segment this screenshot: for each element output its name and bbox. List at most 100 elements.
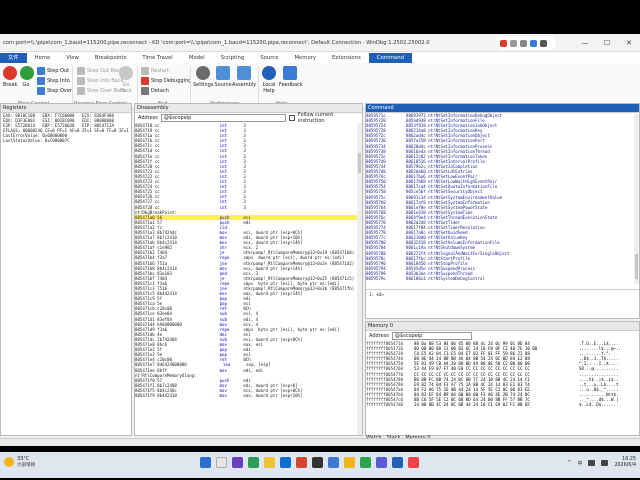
- restart-button[interactable]: Restart: [141, 67, 169, 75]
- step-into-back-button[interactable]: Step Into Back: [77, 77, 123, 85]
- vscode-icon[interactable]: [328, 457, 339, 468]
- play-icon: [20, 66, 34, 80]
- wifi-icon[interactable]: [588, 460, 596, 466]
- ime-toolbar[interactable]: [496, 36, 556, 50]
- local-help-button[interactable]: Local Help: [261, 66, 277, 94]
- volume-icon[interactable]: [601, 460, 609, 466]
- disassembly-listing[interactable]: 8054718 cc int 3 8054719 cc int 3 805471a cc in…: [135, 123, 362, 398]
- windows-start-icon[interactable]: [200, 457, 211, 468]
- tab-extensions[interactable]: Extensions: [324, 53, 369, 63]
- status-bar: [0, 438, 640, 446]
- registers-header: Registers: [1, 104, 131, 113]
- pause-icon: [3, 66, 17, 80]
- help-icon: [262, 66, 276, 80]
- detach-icon: [141, 87, 149, 95]
- windbg-icon[interactable]: [392, 457, 403, 468]
- disassembly-pane: Disassembly Address @$scopeip Follow cur…: [134, 103, 363, 436]
- search-icon[interactable]: [216, 457, 227, 468]
- source-button[interactable]: Source: [214, 66, 232, 88]
- command-input[interactable]: 1: kd>: [366, 289, 639, 299]
- tab-view[interactable]: View: [58, 53, 87, 63]
- ime-logo-icon: [500, 39, 507, 47]
- chevron-up-icon[interactable]: ^: [567, 460, 571, 466]
- assembly-button[interactable]: Assembly: [232, 66, 256, 88]
- break-button[interactable]: Break: [3, 66, 17, 88]
- gear-icon: [196, 66, 210, 80]
- tab-breakpoints[interactable]: Breakpoints: [87, 53, 135, 63]
- wechat-icon[interactable]: [360, 457, 371, 468]
- step-out-button[interactable]: Step Out: [37, 67, 69, 75]
- tab-source[interactable]: Source: [252, 53, 286, 63]
- file-explorer-icon[interactable]: [264, 457, 275, 468]
- step-into-button[interactable]: Step Into: [37, 77, 70, 85]
- memory-dump[interactable]: ffffffff8054710 88 0a 08 53 84 0b 45 00 8…: [366, 341, 639, 407]
- registers-content: EAX: 0018C108 EBX: F7C60000 ECX: 8384F40…: [1, 113, 131, 144]
- step-out-back-button[interactable]: Step Out Back: [77, 67, 123, 75]
- weather-widget[interactable]: 33°C 大部晴朗: [4, 456, 35, 468]
- detach-button[interactable]: Detach: [141, 87, 169, 95]
- command-scrollbar[interactable]: [634, 114, 639, 284]
- restart-icon: [141, 67, 149, 75]
- weather-desc: 大部晴朗: [17, 463, 35, 468]
- command-output[interactable]: 8059571c 80693972 nt!NtSetInformationDebu…: [366, 113, 639, 288]
- step-over-icon: [37, 87, 45, 95]
- step-out-icon: [37, 67, 45, 75]
- source-icon: [216, 66, 230, 80]
- title-bar: com:port=\\.\pipe\com_1,baud=115200,pipe…: [0, 34, 640, 52]
- tab-model[interactable]: Model: [181, 53, 213, 63]
- go-button[interactable]: Go: [20, 66, 34, 88]
- stop-icon: [141, 77, 149, 85]
- input-language[interactable]: 中: [577, 460, 582, 467]
- memory-address-bar: Address @$scopeip: [366, 331, 639, 341]
- follow-instruction-checkbox[interactable]: [289, 115, 295, 121]
- tab-time-travel[interactable]: Time Travel: [134, 53, 180, 63]
- tab-file[interactable]: 文件: [0, 53, 27, 63]
- tab-scripting[interactable]: Scripting: [213, 53, 253, 63]
- ribbon-tabs: 文件 Home View Breakpoints Time Travel Mod…: [0, 52, 640, 63]
- memory-row: ffffffff80547d0 24 08 8B 4C 24 0C 8B 44 2…: [366, 402, 619, 408]
- ime-menu-icon[interactable]: [540, 39, 547, 47]
- memory-pane: Memory 0 Address @$scopeip ffffffff80547…: [365, 321, 640, 436]
- clock[interactable]: 16:25 2026/6/4: [614, 457, 636, 469]
- memory-address-input[interactable]: @$scopeip: [391, 332, 472, 340]
- memory-header: Memory 0: [366, 322, 639, 331]
- task-view-icon[interactable]: [232, 457, 243, 468]
- sun-icon: [4, 457, 14, 467]
- tab-memory[interactable]: Memory: [286, 53, 324, 63]
- stop-debugging-button[interactable]: Stop Debugging: [141, 77, 191, 85]
- edge-icon[interactable]: [280, 457, 291, 468]
- command-output-line: 8059579c 806186c4 nt!NtSystemDebugControl: [366, 276, 485, 281]
- ime-punct-icon[interactable]: [520, 39, 527, 47]
- taskbar-apps: [200, 457, 419, 468]
- disassembly-address-input[interactable]: @$scopeip: [160, 114, 287, 122]
- go-back-icon: [119, 66, 133, 80]
- registers-pane: Registers EAX: 0018C108 EBX: F7C60000 EC…: [0, 103, 132, 436]
- tab-command[interactable]: Command: [368, 53, 413, 63]
- command-pane: Command 8059571c 80693972 nt!NtSetInforma…: [365, 103, 640, 319]
- windbg-window: com:port=\\.\pipe\com_1,baud=115200,pipe…: [0, 34, 640, 446]
- step-into-icon: [37, 77, 45, 85]
- folder-icon[interactable]: [344, 457, 355, 468]
- terminal-icon[interactable]: [312, 457, 323, 468]
- settings-button[interactable]: Settings: [193, 66, 214, 88]
- ime-mode-icon[interactable]: [510, 39, 517, 47]
- step-out-back-icon: [77, 67, 85, 75]
- disassembly-row[interactable]: 805471f9 8b442410 mov eax, dword ptr [esp+…: [135, 393, 362, 398]
- tab-home[interactable]: Home: [27, 53, 59, 63]
- feedback-button[interactable]: Feedback: [279, 66, 303, 88]
- app-red-icon[interactable]: [296, 457, 307, 468]
- app-orange-icon[interactable]: [408, 457, 419, 468]
- minimize-button[interactable]: —: [574, 34, 596, 52]
- disassembly-address-bar: Address @$scopeip Follow current instruc…: [135, 112, 362, 124]
- ime-skin-icon[interactable]: [530, 39, 537, 47]
- taskbar: 33°C 大部晴朗 ^ 中 16:25 2026/6/4: [0, 452, 640, 478]
- step-over-button[interactable]: Step Over: [37, 87, 72, 95]
- maximize-button[interactable]: ☐: [596, 34, 618, 52]
- feedback-icon: [283, 66, 297, 80]
- app-purple-icon[interactable]: [376, 457, 387, 468]
- go-back-button[interactable]: Go Back: [119, 66, 133, 94]
- app-green-icon[interactable]: [248, 457, 259, 468]
- disassembly-scrollbar[interactable]: [357, 123, 362, 435]
- window-title: com:port=\\.\pipe\com_1,baud=115200,pipe…: [3, 39, 430, 46]
- close-button[interactable]: ✕: [618, 34, 640, 52]
